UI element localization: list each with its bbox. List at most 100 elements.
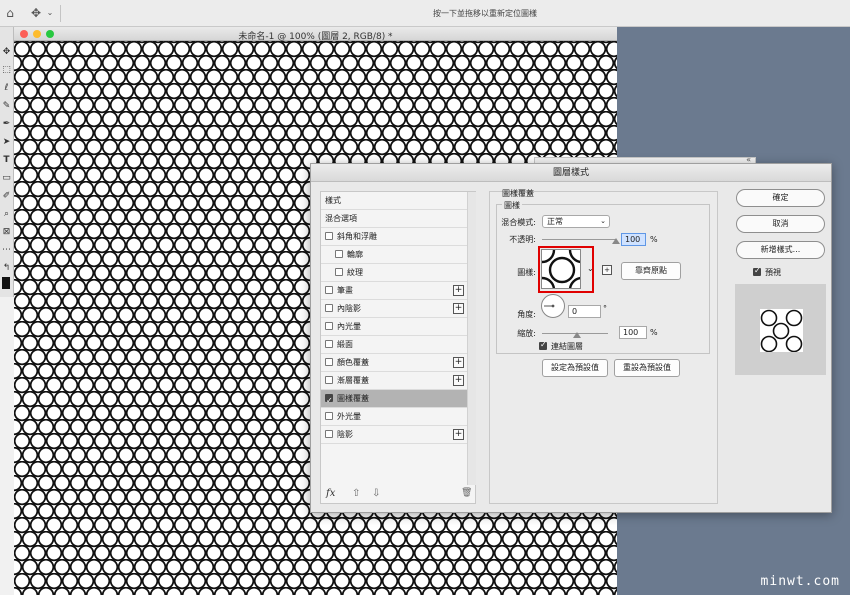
- snap-to-origin-button[interactable]: 靠齊原點: [621, 262, 681, 280]
- list-scrollbar[interactable]: [467, 192, 476, 485]
- list-item-checkbox[interactable]: [325, 322, 333, 330]
- blend-mode-value: 正常: [547, 217, 563, 226]
- layer-style-dialog: 圖層樣式 樣式 混合選項 斜角和浮雕 輪廓 紋理 筆畫 + 內陰影 + 內光暈 緞面 顏色覆蓋 + 漸…: [310, 163, 832, 513]
- scale-slider-knob[interactable]: [573, 332, 581, 338]
- angle-dial-graphic: [544, 304, 555, 308]
- style-preview-swatch: [760, 309, 803, 352]
- list-item[interactable]: 紋理: [321, 264, 467, 282]
- chevron-down-icon: ⌄: [600, 217, 606, 225]
- group-title: 圖樣: [502, 200, 522, 211]
- list-item-label: 顏色覆蓋: [337, 358, 369, 367]
- list-item-label: 緞面: [337, 340, 353, 349]
- link-layer-label: 連結圖層: [551, 342, 583, 351]
- swap-colors-icon[interactable]: ↰: [0, 261, 13, 275]
- list-item[interactable]: 陰影 +: [321, 426, 467, 444]
- angle-input[interactable]: 0: [568, 305, 601, 318]
- new-style-button[interactable]: 新增樣式...: [736, 241, 825, 259]
- pattern-overlay-panel: 圖樣覆蓋 圖樣 混合模式: 正常 ⌄ 不透明: 100 % 圖樣: ⌄ + 靠齊…: [489, 189, 718, 504]
- move-down-icon[interactable]: ⇩: [372, 488, 380, 499]
- list-item[interactable]: 輪廓: [321, 246, 467, 264]
- zoom-tool-icon[interactable]: ⌕: [0, 207, 13, 221]
- pen-tool-icon[interactable]: ✒: [0, 117, 13, 131]
- list-item[interactable]: 內光暈: [321, 318, 467, 336]
- list-item-checkbox[interactable]: [325, 232, 333, 240]
- list-item-checkbox[interactable]: [335, 268, 343, 276]
- toolbar-background: [0, 297, 14, 595]
- cancel-button[interactable]: 取消: [736, 215, 825, 233]
- link-layer-checkbox-row[interactable]: 連結圖層: [539, 340, 583, 352]
- set-as-default-button[interactable]: 設定為預設值: [542, 359, 608, 377]
- add-effect-icon[interactable]: +: [453, 285, 464, 296]
- scale-unit: %: [650, 328, 658, 337]
- options-hint: 按一下並拖移以重新定位圖樣: [433, 9, 537, 18]
- brush-tool-icon[interactable]: ✎: [0, 99, 13, 113]
- angle-unit: °: [603, 304, 607, 313]
- section-title: 圖樣覆蓋: [502, 189, 534, 198]
- style-preview-graphic: [760, 309, 803, 352]
- list-item[interactable]: 圖樣覆蓋: [321, 390, 467, 409]
- list-item-checkbox[interactable]: [335, 250, 343, 258]
- opacity-unit: %: [650, 235, 658, 244]
- list-item-checkbox[interactable]: [325, 392, 333, 409]
- add-effect-icon[interactable]: +: [453, 429, 464, 440]
- style-preview: [735, 284, 826, 375]
- list-item-label: 圖樣覆蓋: [337, 394, 369, 403]
- opacity-slider-track[interactable]: [542, 239, 616, 240]
- list-item-label: 斜角和浮雕: [337, 232, 377, 241]
- ok-button[interactable]: 確定: [736, 189, 825, 207]
- add-effect-icon[interactable]: +: [453, 303, 464, 314]
- marquee-tool-icon[interactable]: ⬚: [0, 63, 13, 77]
- blend-mode-label: 混合模式:: [501, 218, 536, 227]
- link-layer-checkbox[interactable]: [539, 340, 547, 350]
- list-item[interactable]: 筆畫 +: [321, 282, 467, 300]
- angle-dial[interactable]: [541, 294, 565, 318]
- add-effect-icon[interactable]: +: [453, 375, 464, 386]
- document-titlebar: 未命名-1 @ 100% (圖層 2, RGB/8) *: [14, 27, 617, 42]
- blend-mode-select[interactable]: 正常 ⌄: [542, 215, 610, 228]
- foreground-color-swatch[interactable]: [2, 277, 10, 289]
- list-header-styles[interactable]: 樣式: [321, 192, 467, 210]
- list-item-checkbox[interactable]: [325, 376, 333, 384]
- lasso-tool-icon[interactable]: ℓ: [0, 81, 13, 95]
- scale-label: 縮放:: [517, 329, 536, 338]
- type-tool-icon[interactable]: T: [0, 153, 13, 167]
- trash-icon[interactable]: 🗑: [461, 488, 472, 498]
- list-item[interactable]: 內陰影 +: [321, 300, 467, 318]
- preview-checkbox[interactable]: [753, 266, 761, 276]
- list-item-checkbox[interactable]: [325, 412, 333, 420]
- list-item-checkbox[interactable]: [325, 358, 333, 366]
- crop-tool-icon[interactable]: ⊠: [0, 225, 13, 239]
- list-item[interactable]: 斜角和浮雕: [321, 228, 467, 246]
- move-tool-icon[interactable]: ✥: [0, 45, 13, 59]
- list-item-checkbox[interactable]: [325, 286, 333, 294]
- reset-to-default-button[interactable]: 重設為預設值: [614, 359, 680, 377]
- scale-input[interactable]: 100: [619, 326, 647, 339]
- list-item[interactable]: 顏色覆蓋 +: [321, 354, 467, 372]
- list-item-label: 陰影: [337, 430, 353, 439]
- list-item-blend-options[interactable]: 混合選項: [321, 210, 467, 228]
- list-item-label: 輪廓: [347, 250, 363, 259]
- eyedropper-tool-icon[interactable]: ✐: [0, 189, 13, 203]
- opacity-slider-knob[interactable]: [612, 238, 620, 244]
- list-item[interactable]: 外光暈: [321, 408, 467, 426]
- list-item-label: 內光暈: [337, 322, 361, 331]
- list-item-checkbox[interactable]: [325, 304, 333, 312]
- list-item[interactable]: 緞面: [321, 336, 467, 354]
- opacity-input[interactable]: 100: [621, 233, 646, 246]
- new-preset-icon[interactable]: +: [602, 265, 612, 275]
- preview-checkbox-row[interactable]: 預視: [753, 266, 781, 278]
- options-bar: ⌂ ✥ ⌄ 按一下並拖移以重新定位圖樣: [0, 0, 850, 27]
- list-footer: fx ⇧ ⇩ 🗑: [321, 485, 475, 503]
- move-up-icon[interactable]: ⇧: [352, 488, 360, 499]
- more-tools-icon[interactable]: ⋯: [0, 243, 13, 257]
- list-item-checkbox[interactable]: [325, 430, 333, 438]
- fx-icon[interactable]: fx: [326, 488, 335, 499]
- list-item-label: 內陰影: [337, 304, 361, 313]
- add-effect-icon[interactable]: +: [453, 357, 464, 368]
- style-list: 樣式 混合選項 斜角和浮雕輪廓紋理筆畫 + 內陰影 + 內光暈緞面顏色覆蓋 + 漸層覆蓋 + 圖…: [320, 191, 476, 504]
- path-select-tool-icon[interactable]: ➤: [0, 135, 13, 149]
- list-item-label: 紋理: [347, 268, 363, 277]
- list-item-checkbox[interactable]: [325, 340, 333, 348]
- list-item[interactable]: 漸層覆蓋 +: [321, 372, 467, 390]
- shape-tool-icon[interactable]: ▭: [0, 171, 13, 185]
